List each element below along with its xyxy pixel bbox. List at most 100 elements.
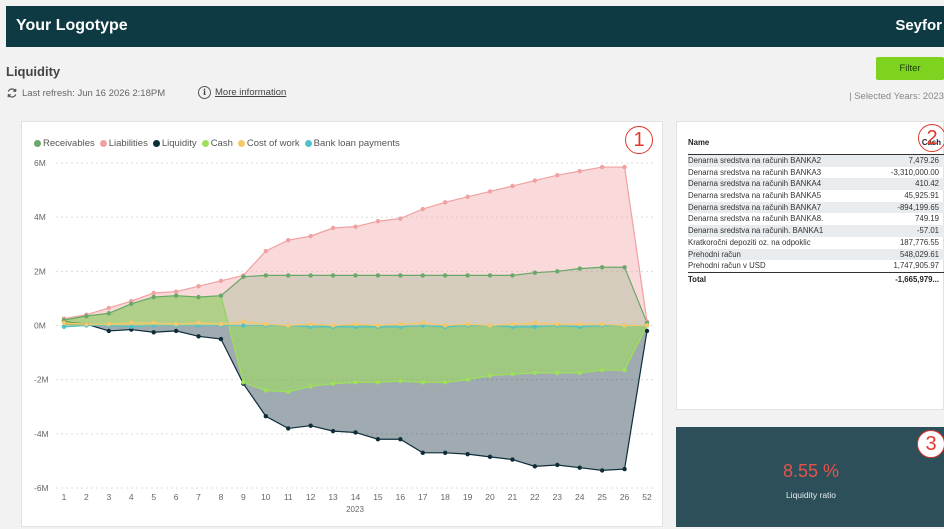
y-tick-label: 6M	[34, 158, 46, 168]
row-cash-value: -3,310,000.00	[890, 167, 939, 177]
column-header-name[interactable]: Name	[688, 136, 709, 154]
data-point	[263, 388, 269, 393]
annotation-badge-3: 3	[917, 430, 944, 458]
data-point	[286, 323, 291, 328]
x-tick-label: 25	[597, 492, 607, 502]
data-point	[577, 370, 582, 376]
data-point	[622, 323, 627, 328]
table-row[interactable]: Denarna sredstva na računih BANKA5 45,925…	[688, 190, 944, 202]
data-point	[532, 320, 538, 325]
data-point	[330, 273, 336, 278]
data-point	[398, 378, 403, 384]
data-point	[173, 293, 179, 298]
more-information-link[interactable]: i More information	[198, 86, 286, 99]
legend-item[interactable]: Receivables	[34, 138, 95, 149]
page-title: Liquidity	[6, 64, 61, 79]
data-point	[487, 189, 493, 194]
table-header: Name Cash	[688, 136, 944, 155]
data-point	[398, 321, 403, 327]
legend-item[interactable]: Cost of work	[237, 138, 300, 149]
data-point	[398, 216, 403, 221]
data-point	[420, 450, 425, 455]
legend-marker	[152, 140, 160, 147]
data-point	[375, 323, 381, 328]
liquidity-chart-card: -6M -4M -2M 0M 2M 4M 6M 1 2 3 4 5 6 7 8 9 10 11 12 13 14 15 16…	[21, 121, 663, 527]
row-name: Prehodni račun	[688, 249, 741, 259]
data-point	[263, 414, 269, 419]
data-point	[487, 454, 493, 460]
table-row[interactable]: Prehodni račun 548,029.61	[688, 248, 944, 261]
data-point	[263, 273, 269, 278]
table-row[interactable]: Denarna sredstva na računih BANKA7 -894,1…	[688, 201, 944, 214]
more-information-label[interactable]: More information	[215, 87, 286, 98]
data-point	[599, 265, 605, 270]
row-cash-value: 7,479.26	[908, 156, 939, 165]
legend-item[interactable]: Bank loan payments	[304, 138, 400, 149]
data-point	[465, 194, 470, 200]
legend-item[interactable]: Liquidity	[152, 138, 197, 149]
row-cash-value: 548,029.61	[899, 249, 939, 259]
row-cash-value: -57.01	[916, 226, 939, 236]
legend-item[interactable]: Cash	[201, 138, 233, 149]
data-point	[510, 273, 515, 278]
data-point	[330, 428, 336, 434]
data-point	[487, 373, 493, 378]
data-point	[241, 323, 246, 328]
data-point	[353, 273, 358, 278]
table-row[interactable]: Kratkoročni depoziti oz. na odpoklic 187,…	[688, 237, 944, 249]
data-point	[218, 293, 224, 298]
legend-label: Cost of work	[246, 138, 300, 149]
data-point	[84, 321, 89, 327]
data-point	[61, 320, 67, 325]
data-point	[129, 301, 134, 307]
data-point	[532, 324, 538, 330]
row-name: Kratkoročni depoziti oz. na odpoklic	[688, 237, 811, 247]
data-point	[487, 273, 493, 278]
data-point	[151, 320, 156, 325]
x-tick-label: 26	[620, 492, 630, 502]
table-row[interactable]: Prehodni račun v USD 1,747,905.97	[688, 260, 944, 272]
data-point	[61, 324, 67, 330]
data-point	[308, 321, 313, 327]
filter-button[interactable]: Filter	[876, 57, 944, 80]
data-point	[465, 377, 470, 382]
data-point	[622, 367, 627, 373]
legend-marker	[201, 140, 209, 147]
data-point	[84, 313, 89, 319]
cash-table-card: Name Cash Denarna sredstva na računih BA…	[676, 121, 944, 410]
data-point	[106, 305, 112, 311]
x-tick-label: 9	[241, 492, 246, 502]
row-name: Denarna sredstva na računih BANKA3	[688, 167, 822, 177]
data-point	[398, 437, 403, 442]
top-bar: Your Logotype Seyfor	[6, 6, 944, 47]
legend-item[interactable]: Liabilities	[99, 138, 148, 149]
data-point	[353, 430, 358, 435]
data-point	[129, 320, 134, 325]
data-point	[532, 464, 538, 469]
data-point	[398, 273, 403, 278]
data-point	[555, 462, 560, 468]
table-row[interactable]: Denarna sredstva na računih BANKA8. 749.1…	[688, 213, 944, 225]
y-tick-label: 2M	[34, 266, 46, 276]
data-point	[308, 423, 313, 428]
data-point	[442, 323, 448, 328]
data-point	[375, 219, 381, 224]
table-row[interactable]: Denarna sredstva na računih BANKA3 -3,310…	[688, 167, 944, 179]
table-row[interactable]: Denarna sredstva na računih BANKA2 7,479.…	[688, 155, 944, 167]
x-tick-label: 5	[151, 492, 156, 502]
x-axis-title: 2023	[346, 505, 364, 514]
row-name: Denarna sredstva na računih BANKA5	[688, 191, 822, 201]
data-point	[106, 321, 112, 327]
chart-legend: Receivables Liabilities Liquidity Cash Cost …	[34, 138, 400, 149]
data-point	[330, 323, 336, 328]
table-row[interactable]: Denarna sredstva na računih. BANKA1 -57.0…	[688, 225, 944, 237]
x-tick-label: 15	[373, 492, 383, 502]
data-point	[420, 320, 425, 325]
table-row[interactable]: Denarna sredstva na računih BANKA4 410.42	[688, 178, 944, 191]
data-point	[106, 311, 112, 316]
data-point	[622, 164, 627, 170]
legend-marker	[237, 140, 245, 147]
data-point	[286, 273, 291, 278]
x-tick-label: 11	[284, 492, 293, 502]
selected-years: | Selected Years: 2023	[849, 91, 944, 102]
